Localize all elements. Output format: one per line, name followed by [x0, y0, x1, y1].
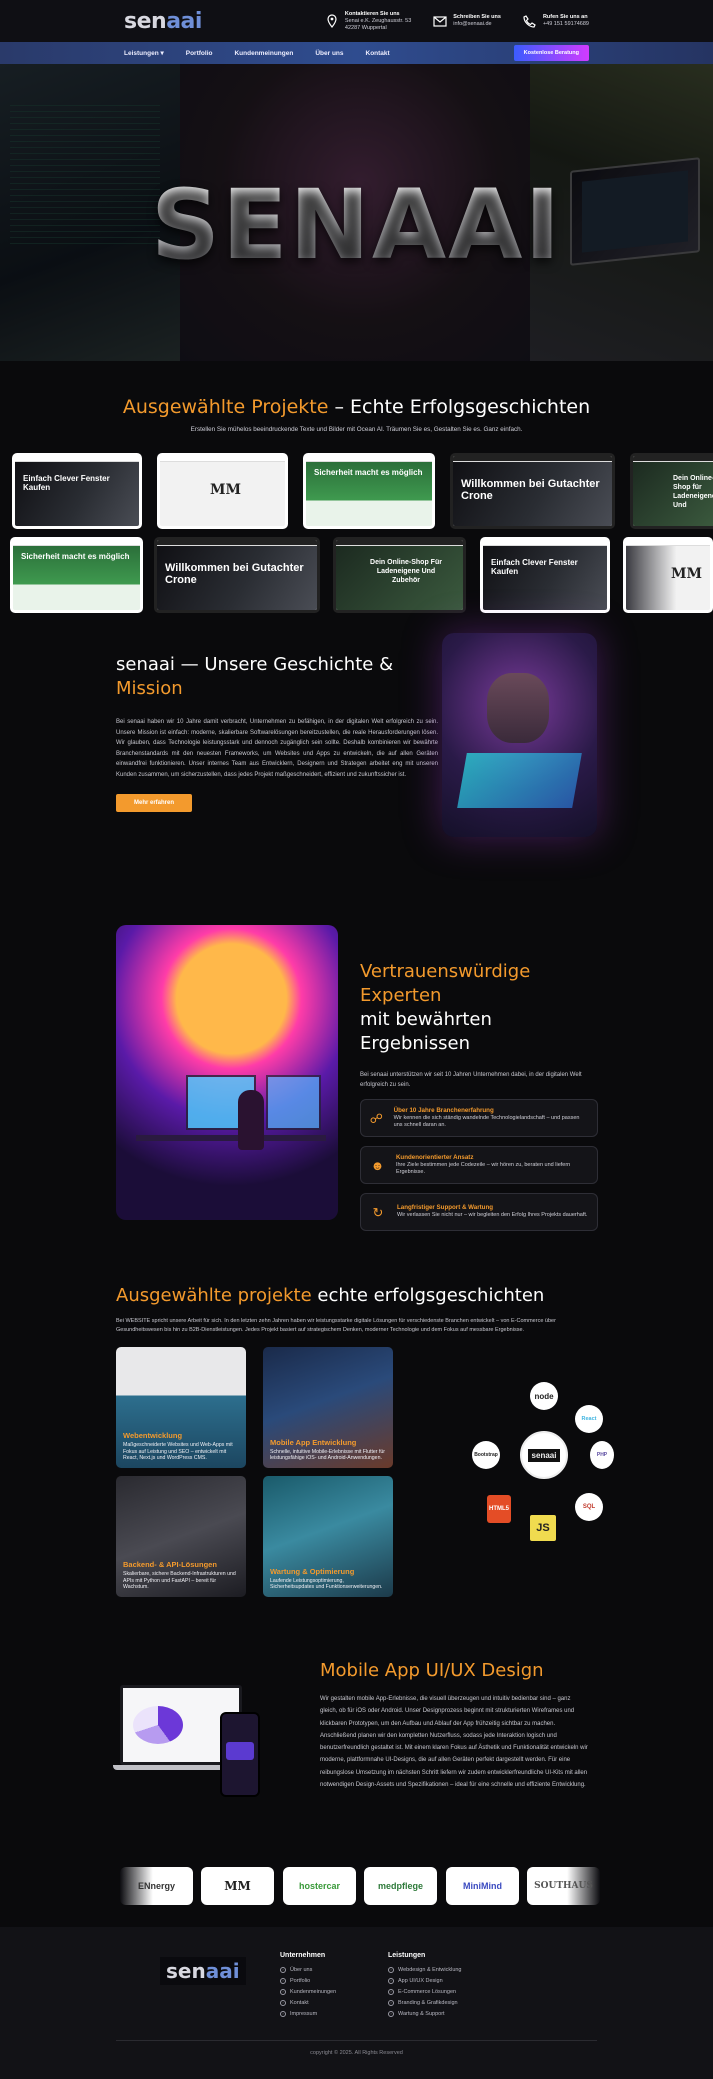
senaai-logo-icon: senaai — [520, 1431, 568, 1479]
php-icon: PHP — [590, 1441, 614, 1469]
client-logo: SOUTHAUS — [527, 1867, 600, 1905]
footer-link[interactable]: › Wartung & Support — [388, 2011, 462, 2017]
service-card-web[interactable]: Webentwicklung Maßgeschneiderte Websites … — [116, 1347, 246, 1468]
projects-row-2: Sicherheit macht es möglich Willkommen b… — [0, 537, 713, 613]
mobile-title: Mobile App UI/UX Design — [320, 1660, 544, 1681]
sql-icon: SQL — [575, 1493, 603, 1521]
phone-icon — [523, 14, 537, 28]
client-logo: hostercar — [283, 1867, 356, 1905]
experts-image — [116, 925, 338, 1220]
experts-section: Vertrauenswürdige Experten mit bewährten … — [0, 925, 713, 1231]
nav-leistungen[interactable]: Leistungen ▾ — [124, 49, 164, 57]
contact-address: Kontaktieren Sie uns Senai e.K. Zeughauss… — [325, 11, 411, 32]
services-section: Ausgewählte projekte echte erfolgsgeschi… — [0, 1285, 713, 1615]
projects-title: Ausgewählte Projekte – Echte Erfolgsgesc… — [122, 396, 591, 418]
story-section: senaai — Unsere Geschichte & Mission Bei … — [0, 633, 713, 883]
service-card-backend[interactable]: Backend- & API-Lösungen Skalierbare, sich… — [116, 1476, 246, 1597]
client-logo: ENnergy — [120, 1867, 193, 1905]
support-icon: ↻ — [372, 1204, 384, 1220]
contact-email[interactable]: Schreiben Sie uns info@senaai.de — [433, 14, 501, 28]
client-logo: MiniMind — [446, 1867, 519, 1905]
nav-portfolio[interactable]: Portfolio — [186, 50, 213, 57]
client-logos: ENnergy MM hostercar medpflege MiniMind … — [0, 1867, 713, 1927]
hero-title: SENAAI — [0, 169, 713, 281]
projects-row-1: Einfach Clever Fenster Kaufen MM Sicherh… — [0, 453, 713, 529]
html5-icon: HTML5 — [487, 1495, 511, 1523]
device-mockup-image — [113, 1685, 265, 1797]
project-thumb[interactable]: Willkommen bei Gutachter Crone — [450, 453, 615, 529]
footer-link[interactable]: › Kontakt — [280, 2000, 336, 2006]
story-image — [442, 633, 597, 837]
project-thumb[interactable]: MM — [157, 453, 288, 529]
footer: senaai Unternehmen › Über uns › Portfolio … — [0, 1927, 713, 2079]
learn-more-button[interactable]: Mehr erfahren — [116, 794, 193, 812]
footer-link[interactable]: › E-Commerce Lösungen — [388, 1989, 462, 1995]
footer-link[interactable]: › Kundenmeinungen — [280, 1989, 336, 1995]
client-logo: medpflege — [364, 1867, 437, 1905]
logo[interactable]: senaai — [124, 9, 202, 34]
client-logo: MM — [201, 1867, 274, 1905]
envelope-icon — [433, 14, 447, 28]
services-lead: Bei WEBSITE spricht unsere Arbeit für si… — [116, 1318, 556, 1333]
main-nav: Leistungen ▾ Portfolio Kundenmeinungen Ü… — [0, 42, 713, 64]
project-thumb[interactable]: Dein Online-Shop Für Ladeneigene Und Zub… — [333, 537, 466, 613]
bootstrap-icon: Bootstrap — [472, 1441, 500, 1469]
nav-ueber-uns[interactable]: Über uns — [315, 50, 343, 57]
footer-link[interactable]: › Impressum — [280, 2011, 336, 2017]
project-thumb[interactable]: Sicherheit macht es möglich — [303, 453, 435, 529]
mobile-design-section: Mobile App UI/UX Design Wir gestalten mo… — [0, 1640, 713, 1855]
footer-divider — [116, 2040, 597, 2041]
react-icon: React — [575, 1405, 603, 1433]
service-card-maintenance[interactable]: Wartung & Optimierung Laufende Leistungso… — [263, 1476, 393, 1597]
javascript-icon: JS — [530, 1515, 556, 1541]
footer-logo[interactable]: senaai — [160, 1957, 246, 1985]
service-card-mobile[interactable]: Mobile App Entwicklung Schnelle, intuitiv… — [263, 1347, 393, 1468]
project-thumb[interactable]: Sicherheit macht es möglich — [10, 537, 143, 613]
project-thumb[interactable]: Willkommen bei Gutachter Crone — [154, 537, 320, 613]
top-bar: senaai Kontaktieren Sie uns Senai e.K. Ze… — [0, 0, 713, 42]
footer-company-links: Unternehmen › Über uns › Portfolio › Kunden… — [280, 1952, 337, 2017]
story-body: Bei senaai haben wir 10 Jahre damit verb… — [116, 719, 438, 778]
node-icon: node — [530, 1382, 558, 1410]
copyright: copyright © 2025. All Rights Reserved — [310, 2050, 403, 2056]
nav-kontakt[interactable]: Kontakt — [366, 50, 390, 57]
footer-link[interactable]: › App UI/UX Design — [388, 1978, 462, 1984]
contact-info: Kontaktieren Sie uns Senai e.K. Zeughauss… — [325, 11, 589, 32]
experts-title: Vertrauenswürdige Experten mit bewährten … — [360, 961, 531, 1054]
feature-card: ☍ Über 10 Jahre Branchenerfahrung Wir ken… — [360, 1099, 598, 1137]
contact-phone[interactable]: Rufen Sie uns an +49 151 59174689 — [523, 14, 589, 28]
handshake-icon: ☍ — [369, 1110, 383, 1126]
projects-section: Ausgewählte Projekte – Echte Erfolgsgesc… — [0, 361, 713, 613]
nav-kundenmeinungen[interactable]: Kundenmeinungen — [234, 50, 293, 57]
project-thumb[interactable]: Einfach Clever Fenster Kaufen — [480, 537, 610, 613]
project-thumb[interactable]: MM — [623, 537, 713, 613]
feature-card: ↻ Langfristiger Support & Wartung Wir ver… — [360, 1193, 598, 1231]
services-title: Ausgewählte projekte echte erfolgsgeschi… — [116, 1285, 545, 1306]
footer-link[interactable]: › Branding & Grafikdesign — [388, 2000, 462, 2006]
footer-link[interactable]: › Portfolio — [280, 1978, 336, 1984]
people-icon: ☻ — [370, 1157, 385, 1173]
location-pin-icon — [325, 14, 339, 28]
footer-link[interactable]: › Über uns — [280, 1967, 336, 1973]
hero-banner: SENAAI — [0, 64, 713, 361]
mobile-body: Wir gestalten mobile App-Erlebnisse, die… — [320, 1696, 588, 1789]
footer-services-links: Leistungen › Webdesign & Entwicklung › App… — [388, 1952, 462, 2017]
experts-lead: Bei senaai unterstützen wir seit 10 Jahr… — [360, 1072, 582, 1088]
project-thumb[interactable]: Dein Online-Shop für Ladeneigene Und — [630, 453, 713, 529]
projects-subtitle: Erstellen Sie mühelos beeindruckende Tex… — [190, 426, 523, 433]
consultation-button[interactable]: Kostenlose Beratung — [513, 45, 589, 61]
story-title: senaai — Unsere Geschichte & Mission — [116, 654, 394, 699]
footer-link[interactable]: › Webdesign & Entwicklung — [388, 1967, 462, 1973]
feature-card: ☻ Kundenorientierter Ansatz Ihre Ziele be… — [360, 1146, 598, 1184]
project-thumb[interactable]: Einfach Clever Fenster Kaufen — [12, 453, 142, 529]
